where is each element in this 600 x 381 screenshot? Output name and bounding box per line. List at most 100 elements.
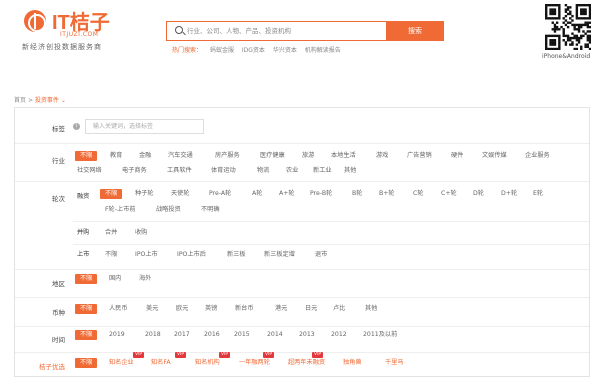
industry-option[interactable]: 房产服务: [215, 151, 240, 161]
financing-option[interactable]: 不明确: [201, 205, 220, 215]
juzi-picks-option[interactable]: 知名企业: [109, 358, 134, 368]
juzi-picks-option[interactable]: 千里马: [385, 358, 404, 368]
row-divider: [15, 326, 589, 327]
listing-option[interactable]: IPO上市: [135, 250, 158, 260]
listing-option[interactable]: 不限: [105, 250, 117, 260]
industry-option[interactable]: 社交网络: [77, 166, 102, 176]
financing-option[interactable]: Pre-B轮: [310, 189, 332, 199]
currency-option[interactable]: 不限: [75, 304, 98, 314]
financing-option[interactable]: F轮-上市前: [105, 205, 136, 215]
qr-caption: iPhone&Android: [542, 53, 591, 60]
industry-option[interactable]: 汽车交通: [168, 151, 193, 161]
juzi-picks-option[interactable]: 知名FA: [151, 358, 171, 368]
currency-option[interactable]: 港元: [275, 304, 287, 314]
time-option[interactable]: 2012: [331, 330, 347, 340]
time-option[interactable]: 2011及以前: [363, 330, 397, 340]
time-option[interactable]: 不限: [75, 330, 98, 340]
chevron-down-icon[interactable]: ⌄: [61, 97, 66, 104]
industry-option[interactable]: 体育运动: [211, 166, 236, 176]
industry-option[interactable]: 硬件: [451, 151, 463, 161]
industry-option[interactable]: 教育: [110, 151, 122, 161]
currency-option[interactable]: 欧元: [176, 304, 188, 314]
industry-option[interactable]: 农业: [286, 166, 298, 176]
currency-option[interactable]: 人民币: [109, 304, 128, 314]
industry-option[interactable]: 工具软件: [167, 166, 192, 176]
time-option[interactable]: 2015: [234, 330, 250, 340]
search-box: [166, 21, 386, 41]
financing-option[interactable]: 种子轮: [135, 189, 154, 199]
financing-option[interactable]: 天使轮: [171, 189, 190, 199]
juzi-picks-option[interactable]: 超两年未融资: [288, 358, 325, 368]
logo-slogan: 新经济创投数据服务商: [22, 43, 102, 51]
industry-option[interactable]: 其他: [344, 166, 356, 176]
juzi-picks-option[interactable]: 一年融两轮: [239, 358, 270, 368]
financing-option[interactable]: A+轮: [279, 189, 295, 199]
currency-option[interactable]: 卢比: [333, 304, 345, 314]
merger-option[interactable]: 收购: [135, 228, 147, 238]
time-option[interactable]: 2016: [204, 330, 220, 340]
currency-row-label: 币种: [52, 309, 65, 317]
currency-option[interactable]: 新台币: [235, 304, 254, 314]
financing-option[interactable]: D轮: [473, 189, 484, 199]
industry-option[interactable]: 物流: [257, 166, 269, 176]
filter-panel: 标签 i 行业 不限 教育 金融 汽车交通 房产服务 医疗健康 旅游 本地生活 游戏 广告营销 硬件…: [14, 107, 590, 377]
hot-search-item[interactable]: IDG资本: [242, 47, 265, 54]
currency-option[interactable]: 美元: [146, 304, 158, 314]
currency-option[interactable]: 日元: [305, 304, 317, 314]
currency-option[interactable]: 其他: [365, 304, 377, 314]
industry-option[interactable]: 不限: [75, 151, 98, 161]
region-option[interactable]: 国内: [109, 274, 121, 284]
juzi-picks-option[interactable]: 独角兽: [343, 358, 362, 368]
industry-option[interactable]: 游戏: [376, 151, 388, 161]
region-option[interactable]: 海外: [139, 274, 151, 284]
time-option[interactable]: 2018: [145, 330, 161, 340]
tag-input[interactable]: [85, 119, 204, 134]
juzi-picks-option[interactable]: 不限: [75, 358, 98, 368]
financing-option[interactable]: 战略投资: [156, 205, 181, 215]
industry-option[interactable]: 文娱传媒: [482, 151, 507, 161]
industry-option[interactable]: 企业服务: [525, 151, 550, 161]
industry-option[interactable]: 医疗健康: [260, 151, 285, 161]
breadcrumb-current[interactable]: 投资事件: [35, 97, 59, 104]
financing-option[interactable]: B轮: [352, 189, 362, 199]
region-option[interactable]: 不限: [75, 274, 98, 284]
financing-option[interactable]: Pre-A轮: [209, 189, 231, 199]
industry-option[interactable]: 本地生活: [331, 151, 356, 161]
time-option[interactable]: 2014: [267, 330, 283, 340]
listing-option[interactable]: 新三板定增: [264, 250, 295, 260]
merger-option[interactable]: 合并: [105, 228, 117, 238]
industry-option[interactable]: 旅游: [302, 151, 314, 161]
time-option[interactable]: 2019: [109, 330, 125, 340]
financing-option[interactable]: B+轮: [379, 189, 395, 199]
hot-search-item[interactable]: 机构解读报告: [305, 47, 341, 54]
info-icon[interactable]: i: [73, 123, 80, 130]
row-divider: [15, 352, 589, 353]
listing-option[interactable]: 退市: [315, 250, 327, 260]
hot-search-item[interactable]: 蚂蚁金服: [210, 47, 234, 54]
time-option[interactable]: 2013: [299, 330, 315, 340]
industry-option[interactable]: 金融: [139, 151, 151, 161]
time-option[interactable]: 2017: [174, 330, 190, 340]
logo-domain: ITJUZI.COM: [60, 31, 99, 38]
juzi-picks-row-label: 桔子优选: [39, 363, 65, 371]
industry-option[interactable]: 新工业: [313, 166, 332, 176]
financing-option[interactable]: 不限: [100, 189, 123, 199]
financing-option[interactable]: C轮: [413, 189, 424, 199]
financing-option[interactable]: A轮: [252, 189, 262, 199]
listing-option[interactable]: IPO上市后: [177, 250, 206, 260]
orange-logo-icon[interactable]: [24, 10, 46, 32]
hot-search-item[interactable]: 华兴资本: [273, 47, 297, 54]
search-icon: [175, 26, 183, 34]
search-input[interactable]: [187, 22, 382, 40]
hot-search-label: 热门搜索：: [172, 47, 203, 54]
financing-option[interactable]: D+轮: [501, 189, 517, 199]
listing-option[interactable]: 新三板: [227, 250, 246, 260]
financing-option[interactable]: E轮: [533, 189, 543, 199]
juzi-picks-option[interactable]: 知名机构: [195, 358, 220, 368]
breadcrumb-home[interactable]: 首页: [14, 97, 26, 104]
industry-option[interactable]: 电子商务: [122, 166, 147, 176]
industry-option[interactable]: 广告营销: [407, 151, 432, 161]
currency-option[interactable]: 英镑: [205, 304, 217, 314]
financing-option[interactable]: C+轮: [441, 189, 457, 199]
search-button[interactable]: 搜索: [386, 21, 444, 41]
